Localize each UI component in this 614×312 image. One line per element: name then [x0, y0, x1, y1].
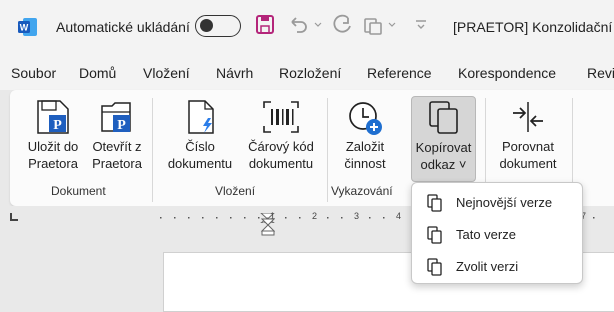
- save-icon[interactable]: [255, 14, 275, 36]
- toggle-knob: [200, 19, 213, 32]
- copy-link-label: Kopírovat odkaz ˅: [415, 140, 472, 172]
- copy-icon: [427, 194, 442, 212]
- menu-korespondence[interactable]: Korespondence: [458, 65, 556, 81]
- copy-link-button[interactable]: Kopírovat odkaz ˅: [411, 96, 476, 182]
- dropdown-item-latest-version[interactable]: Nejnovější verze: [412, 187, 582, 217]
- customize-icon[interactable]: [362, 14, 384, 36]
- group-label-vykazovani: Vykazování: [331, 184, 393, 198]
- menu-revize[interactable]: Revi: [587, 65, 614, 81]
- group-label-dokument: Dokument: [51, 184, 106, 198]
- copy-icon: [427, 258, 442, 276]
- dropdown-item-label: Nejnovější verze: [456, 195, 553, 210]
- barcode-icon: [263, 101, 299, 133]
- dropdown-item-label: Zvolit verzi: [456, 259, 519, 274]
- compare-document-button[interactable]: Porovnat dokument: [493, 98, 563, 172]
- title-bar: W Automatické ukládání [PRAETOR] Konzoli…: [0, 0, 614, 56]
- barcode-button[interactable]: Čárový kód dokumentu: [240, 98, 322, 172]
- open-from-praetor-label: Otevřít z Praetora: [92, 139, 142, 171]
- ruler-number: 4: [396, 211, 402, 221]
- group-separator: [327, 98, 328, 202]
- open-from-praetor-icon: P: [101, 102, 131, 133]
- save-to-praetor-label: Uložit do Praetora: [27, 139, 79, 171]
- compare-document-label: Porovnat dokument: [499, 139, 557, 171]
- dropdown-item-label: Tato verze: [456, 227, 516, 242]
- ruler-number: 3: [354, 211, 360, 221]
- dropdown-item-this-version[interactable]: Tato verze: [412, 219, 582, 249]
- add-activity-button[interactable]: Založit činnost: [334, 98, 396, 172]
- menu-soubor[interactable]: Soubor: [11, 65, 56, 81]
- dropdown-item-choose-version[interactable]: Zvolit verzi: [412, 251, 582, 281]
- barcode-label: Čárový kód dokumentu: [248, 139, 314, 171]
- add-activity-icon: [349, 102, 382, 135]
- word-app-icon[interactable]: W: [18, 17, 38, 37]
- menu-rozlozeni[interactable]: Rozložení: [279, 65, 341, 81]
- save-to-praetor-icon: P: [37, 100, 69, 134]
- open-from-praetor-button[interactable]: P Otevřít z Praetora: [86, 98, 148, 172]
- save-to-praetor-button[interactable]: P Uložit do Praetora: [22, 98, 84, 172]
- document-number-icon: [188, 100, 214, 134]
- ruler-number: 2: [312, 211, 318, 221]
- document-title: [PRAETOR] Konzolidační b: [453, 19, 614, 35]
- svg-text:P: P: [117, 118, 126, 133]
- copy-link-icon: [428, 101, 458, 134]
- svg-text:P: P: [53, 118, 62, 133]
- autosave-label: Automatické ukládání: [56, 19, 190, 35]
- autosave-toggle[interactable]: [195, 15, 241, 37]
- more-tools-icon[interactable]: [414, 17, 428, 31]
- copy-link-dropdown: Nejnovější verze Tato verze Zvolit verzi: [411, 182, 583, 284]
- group-separator: [152, 98, 153, 202]
- undo-icon[interactable]: [288, 14, 310, 36]
- tab-stop-marker[interactable]: [10, 213, 18, 221]
- redo-icon[interactable]: [332, 14, 354, 36]
- add-activity-label: Založit činnost: [344, 139, 386, 171]
- svg-text:W: W: [20, 23, 29, 33]
- compare-icon: [513, 102, 543, 132]
- menu-reference[interactable]: Reference: [367, 65, 432, 81]
- chevron-down-icon[interactable]: [388, 22, 396, 28]
- menu-navrh[interactable]: Návrh: [216, 65, 253, 81]
- menu-bar: Soubor Domů Vložení Návrh Rozložení Refe…: [0, 56, 614, 90]
- menu-domu[interactable]: Domů: [79, 65, 116, 81]
- document-number-label: Číslo dokumentu: [167, 139, 233, 171]
- group-label-vlozeni: Vložení: [215, 184, 256, 198]
- document-number-button[interactable]: Číslo dokumentu: [162, 98, 238, 172]
- copy-icon: [427, 226, 442, 244]
- menu-vlozeni[interactable]: Vložení: [143, 65, 190, 81]
- indent-marker-icon[interactable]: [261, 218, 275, 236]
- chevron-down-icon[interactable]: [314, 22, 322, 28]
